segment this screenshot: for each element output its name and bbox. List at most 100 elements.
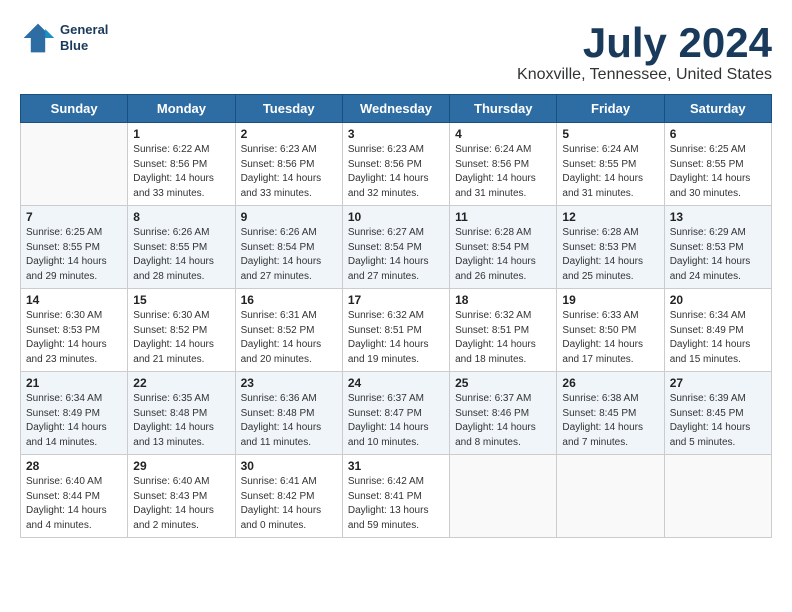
day-number: 19 xyxy=(562,293,658,307)
day-info: Sunrise: 6:34 AM Sunset: 8:49 PM Dayligh… xyxy=(26,392,122,450)
day-info: Sunrise: 6:30 AM Sunset: 8:52 PM Dayligh… xyxy=(133,309,229,367)
subtitle: Knoxville, Tennessee, United States xyxy=(517,66,772,84)
day-number: 8 xyxy=(133,210,229,224)
day-info: Sunrise: 6:33 AM Sunset: 8:50 PM Dayligh… xyxy=(562,309,658,367)
day-info: Sunrise: 6:28 AM Sunset: 8:53 PM Dayligh… xyxy=(562,226,658,284)
calendar-week-2: 7Sunrise: 6:25 AM Sunset: 8:55 PM Daylig… xyxy=(21,206,772,289)
day-info: Sunrise: 6:26 AM Sunset: 8:54 PM Dayligh… xyxy=(241,226,337,284)
calendar-cell: 11Sunrise: 6:28 AM Sunset: 8:54 PM Dayli… xyxy=(450,206,557,289)
logo: General Blue xyxy=(20,20,108,56)
calendar-cell: 13Sunrise: 6:29 AM Sunset: 8:53 PM Dayli… xyxy=(664,206,771,289)
calendar-cell: 20 Sunrise: 6:34 AM Sunset: 8:49 PM Dayli… xyxy=(664,289,771,372)
calendar-cell xyxy=(664,455,771,538)
calendar-cell: 21 Sunrise: 6:34 AM Sunset: 8:49 PM Dayli… xyxy=(21,372,128,455)
logo-line1: General xyxy=(60,22,108,38)
day-info: Sunrise: 6:40 AM Sunset: 8:44 PM Dayligh… xyxy=(26,475,122,533)
day-info: Sunrise: 6:42 AM Sunset: 8:41 PM Dayligh… xyxy=(348,475,444,533)
weekday-header-wednesday: Wednesday xyxy=(342,95,449,123)
calendar-cell: 26Sunrise: 6:38 AM Sunset: 8:45 PM Dayli… xyxy=(557,372,664,455)
calendar-cell: 8Sunrise: 6:26 AM Sunset: 8:55 PM Daylig… xyxy=(128,206,235,289)
calendar-cell: 16 Sunrise: 6:31 AM Sunset: 8:52 PM Dayli… xyxy=(235,289,342,372)
day-number: 20 xyxy=(670,293,766,307)
day-info: Sunrise: 6:31 AM Sunset: 8:52 PM Dayligh… xyxy=(241,309,337,367)
day-info: Sunrise: 6:39 AM Sunset: 8:45 PM Dayligh… xyxy=(670,392,766,450)
day-number: 18 xyxy=(455,293,551,307)
weekday-header-monday: Monday xyxy=(128,95,235,123)
day-number: 16 xyxy=(241,293,337,307)
day-number: 25 xyxy=(455,376,551,390)
day-info: Sunrise: 6:24 AM Sunset: 8:55 PM Dayligh… xyxy=(562,143,658,201)
day-info: Sunrise: 6:32 AM Sunset: 8:51 PM Dayligh… xyxy=(348,309,444,367)
calendar-week-5: 28Sunrise: 6:40 AM Sunset: 8:44 PM Dayli… xyxy=(21,455,772,538)
calendar-cell: 12 Sunrise: 6:28 AM Sunset: 8:53 PM Dayli… xyxy=(557,206,664,289)
calendar-cell: 19 Sunrise: 6:33 AM Sunset: 8:50 PM Dayli… xyxy=(557,289,664,372)
calendar-cell: 30 Sunrise: 6:41 AM Sunset: 8:42 PM Dayli… xyxy=(235,455,342,538)
calendar-cell: 9Sunrise: 6:26 AM Sunset: 8:54 PM Daylig… xyxy=(235,206,342,289)
calendar-cell xyxy=(21,123,128,206)
day-number: 13 xyxy=(670,210,766,224)
weekday-header-tuesday: Tuesday xyxy=(235,95,342,123)
day-number: 22 xyxy=(133,376,229,390)
calendar-cell: 14 Sunrise: 6:30 AM Sunset: 8:53 PM Dayli… xyxy=(21,289,128,372)
day-number: 31 xyxy=(348,459,444,473)
calendar-cell: 28Sunrise: 6:40 AM Sunset: 8:44 PM Dayli… xyxy=(21,455,128,538)
logo-line2: Blue xyxy=(60,38,108,54)
day-info: Sunrise: 6:38 AM Sunset: 8:45 PM Dayligh… xyxy=(562,392,658,450)
day-info: Sunrise: 6:40 AM Sunset: 8:43 PM Dayligh… xyxy=(133,475,229,533)
day-number: 17 xyxy=(348,293,444,307)
calendar-week-3: 14 Sunrise: 6:30 AM Sunset: 8:53 PM Dayli… xyxy=(21,289,772,372)
day-info: Sunrise: 6:24 AM Sunset: 8:56 PM Dayligh… xyxy=(455,143,551,201)
calendar-cell: 22 Sunrise: 6:35 AM Sunset: 8:48 PM Dayli… xyxy=(128,372,235,455)
day-number: 30 xyxy=(241,459,337,473)
day-number: 14 xyxy=(26,293,122,307)
day-info: Sunrise: 6:27 AM Sunset: 8:54 PM Dayligh… xyxy=(348,226,444,284)
calendar-cell: 7Sunrise: 6:25 AM Sunset: 8:55 PM Daylig… xyxy=(21,206,128,289)
day-number: 6 xyxy=(670,127,766,141)
weekday-header-saturday: Saturday xyxy=(664,95,771,123)
day-info: Sunrise: 6:34 AM Sunset: 8:49 PM Dayligh… xyxy=(670,309,766,367)
day-number: 5 xyxy=(562,127,658,141)
calendar-cell: 31 Sunrise: 6:42 AM Sunset: 8:41 PM Dayli… xyxy=(342,455,449,538)
day-number: 12 xyxy=(562,210,658,224)
calendar-table: SundayMondayTuesdayWednesdayThursdayFrid… xyxy=(20,94,772,538)
calendar-cell: 10 Sunrise: 6:27 AM Sunset: 8:54 PM Dayli… xyxy=(342,206,449,289)
day-number: 23 xyxy=(241,376,337,390)
calendar-cell: 23Sunrise: 6:36 AM Sunset: 8:48 PM Dayli… xyxy=(235,372,342,455)
day-number: 11 xyxy=(455,210,551,224)
calendar-cell: 4 Sunrise: 6:24 AM Sunset: 8:56 PM Daylig… xyxy=(450,123,557,206)
calendar-cell: 15Sunrise: 6:30 AM Sunset: 8:52 PM Dayli… xyxy=(128,289,235,372)
calendar-cell: 25 Sunrise: 6:37 AM Sunset: 8:46 PM Dayli… xyxy=(450,372,557,455)
calendar-cell xyxy=(557,455,664,538)
day-number: 24 xyxy=(348,376,444,390)
day-info: Sunrise: 6:30 AM Sunset: 8:53 PM Dayligh… xyxy=(26,309,122,367)
calendar-cell: 27 Sunrise: 6:39 AM Sunset: 8:45 PM Dayli… xyxy=(664,372,771,455)
day-info: Sunrise: 6:41 AM Sunset: 8:42 PM Dayligh… xyxy=(241,475,337,533)
logo-icon xyxy=(20,20,56,56)
day-info: Sunrise: 6:23 AM Sunset: 8:56 PM Dayligh… xyxy=(348,143,444,201)
calendar-cell: 18Sunrise: 6:32 AM Sunset: 8:51 PM Dayli… xyxy=(450,289,557,372)
weekday-header-thursday: Thursday xyxy=(450,95,557,123)
weekday-header-sunday: Sunday xyxy=(21,95,128,123)
calendar-cell: 3Sunrise: 6:23 AM Sunset: 8:56 PM Daylig… xyxy=(342,123,449,206)
calendar-cell: 1 Sunrise: 6:22 AM Sunset: 8:56 PM Daylig… xyxy=(128,123,235,206)
weekday-header-friday: Friday xyxy=(557,95,664,123)
day-number: 7 xyxy=(26,210,122,224)
calendar-cell: 24 Sunrise: 6:37 AM Sunset: 8:47 PM Dayli… xyxy=(342,372,449,455)
calendar-cell: 17 Sunrise: 6:32 AM Sunset: 8:51 PM Dayli… xyxy=(342,289,449,372)
calendar-cell: 29Sunrise: 6:40 AM Sunset: 8:43 PM Dayli… xyxy=(128,455,235,538)
calendar-cell: 6Sunrise: 6:25 AM Sunset: 8:55 PM Daylig… xyxy=(664,123,771,206)
day-number: 4 xyxy=(455,127,551,141)
calendar-cell: 2Sunrise: 6:23 AM Sunset: 8:56 PM Daylig… xyxy=(235,123,342,206)
day-number: 1 xyxy=(133,127,229,141)
day-info: Sunrise: 6:37 AM Sunset: 8:46 PM Dayligh… xyxy=(455,392,551,450)
day-info: Sunrise: 6:37 AM Sunset: 8:47 PM Dayligh… xyxy=(348,392,444,450)
calendar-cell xyxy=(450,455,557,538)
day-number: 21 xyxy=(26,376,122,390)
day-info: Sunrise: 6:22 AM Sunset: 8:56 PM Dayligh… xyxy=(133,143,229,201)
calendar-week-1: 1 Sunrise: 6:22 AM Sunset: 8:56 PM Daylig… xyxy=(21,123,772,206)
main-title: July 2024 xyxy=(517,20,772,66)
logo-text: General Blue xyxy=(60,22,108,53)
day-number: 27 xyxy=(670,376,766,390)
day-number: 10 xyxy=(348,210,444,224)
day-info: Sunrise: 6:35 AM Sunset: 8:48 PM Dayligh… xyxy=(133,392,229,450)
